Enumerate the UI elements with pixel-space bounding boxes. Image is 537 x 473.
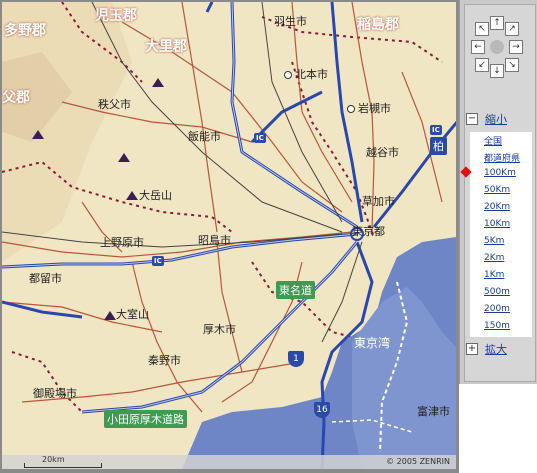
district-label-inashima: 稲島郡 (357, 17, 399, 33)
road-tag-odawara-atsugi: 小田原厚木道路 (104, 410, 187, 428)
city-label-chichibu: 秩父市 (98, 98, 131, 111)
pan-south-button[interactable]: ↓ (490, 64, 504, 78)
pan-southeast-button[interactable]: ↘ (505, 58, 519, 72)
route-shield-1: 1 (288, 351, 304, 367)
pan-southwest-button[interactable]: ↙ (475, 58, 489, 72)
city-label-tsuru: 都留市 (29, 272, 62, 285)
scale-level-150m[interactable]: 150m (484, 321, 510, 331)
mountain-label-omuro: 大室山 (116, 308, 149, 321)
copyright: © 2005 ZENRIN (386, 457, 450, 466)
scale-level-20km[interactable]: 20Km (484, 202, 510, 212)
scale-label: 20km (42, 455, 65, 464)
city-label-akishima: 昭島市 (198, 234, 231, 247)
scale-level-list: 全国 都道府県 100Km 50Km 20Km 10Km 5Km 2Km 1Km… (470, 132, 532, 337)
ic-marker-2: IC (152, 256, 164, 266)
scale-level-500m[interactable]: 500m (484, 287, 510, 297)
zoom-out-link[interactable]: 縮小 (485, 111, 507, 127)
zoom-in-icon[interactable]: + (466, 343, 478, 355)
pan-northeast-button[interactable]: ↗ (505, 22, 519, 36)
city-label-iwatsuki: 岩槻市 (347, 102, 391, 115)
scale-level-2km[interactable]: 2Km (484, 253, 504, 263)
scale-level-100km[interactable]: 100Km (484, 168, 516, 178)
district-label-chichibu: 父郡 (2, 90, 30, 106)
city-label-atsugi: 厚木市 (203, 323, 236, 336)
ic-marker: IC (254, 133, 266, 143)
city-label-kitamoto: 北本市 (284, 68, 328, 81)
city-label-koshigaya: 越谷市 (366, 146, 399, 159)
scale-level-200m[interactable]: 200m (484, 304, 510, 314)
map-viewport[interactable]: 児玉郡 多野郡 稲島郡 大里郡 父郡 羽生市 北本市 秩父市 岩槻市 飯能市 越… (2, 2, 456, 469)
ic-marker-3: IC (430, 125, 442, 135)
district-label-tano: 多野郡 (4, 23, 46, 39)
scale-bar: 20km © 2005 ZENRIN (2, 455, 456, 469)
mountain-icon (32, 130, 44, 139)
scale-level-1km[interactable]: 1Km (484, 270, 504, 280)
road-tag-tomei: 東名道 (276, 281, 315, 299)
scale-level-prefecture[interactable]: 都道府県 (484, 151, 520, 164)
navigation-pad: ↖ ↑ ↗ ← → ↙ ↓ ↘ (459, 10, 537, 80)
map-frame: 児玉郡 多野郡 稲島郡 大里郡 父郡 羽生市 北本市 秩父市 岩槻市 飯能市 越… (0, 0, 459, 473)
city-label-tokyo: 東京都 (352, 225, 385, 238)
scale-level-japan[interactable]: 全国 (484, 134, 502, 147)
nav-center (490, 40, 504, 54)
city-label-futtsu: 富津市 (417, 405, 450, 418)
city-label-hanyu: 羽生市 (274, 15, 307, 28)
city-label-gotemba: 御殿場市 (33, 387, 77, 400)
scale-level-50km[interactable]: 50Km (484, 185, 510, 195)
pan-northwest-button[interactable]: ↖ (475, 22, 489, 36)
mountain-icon (126, 191, 138, 200)
city-label-hadano: 秦野市 (148, 354, 181, 367)
zoom-out-icon[interactable]: − (466, 113, 478, 125)
pan-west-button[interactable]: ← (471, 40, 485, 54)
scale-level-5km[interactable]: 5Km (484, 236, 504, 246)
scale-level-10km[interactable]: 10Km (484, 219, 510, 229)
city-label-hanno: 飯能市 (188, 130, 221, 143)
mountain-icon (152, 78, 164, 87)
pan-east-button[interactable]: → (509, 40, 523, 54)
mountain-icon (104, 311, 116, 320)
route-shield-16: 16 (314, 402, 330, 418)
mountain-label-otake: 大岳山 (139, 189, 172, 202)
district-label-osato: 大里郡 (145, 39, 187, 55)
city-label-uenohara: 上野原市 (100, 236, 144, 249)
zoom-in-link[interactable]: 拡大 (485, 341, 507, 357)
pan-north-button[interactable]: ↑ (490, 16, 504, 30)
water-label-tokyo-bay: 東京湾 (354, 336, 391, 350)
city-label-soka: 草加市 (362, 195, 395, 208)
road-tag-kashiwa: 柏 (430, 137, 447, 155)
mountain-icon (118, 153, 130, 162)
district-label-kodama: 児玉郡 (95, 8, 137, 24)
